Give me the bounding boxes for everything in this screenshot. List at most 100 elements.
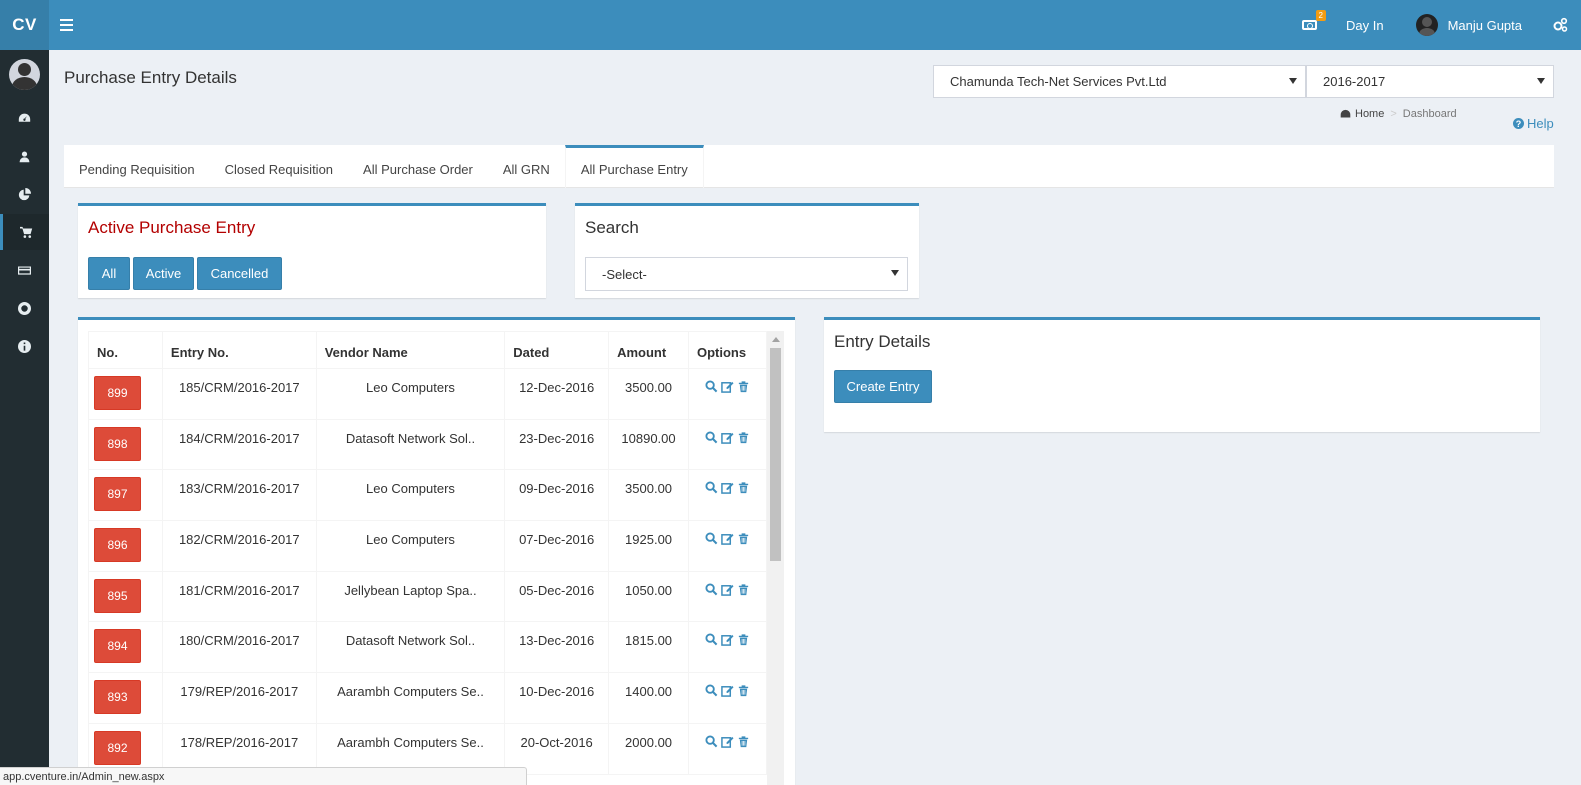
entry-number-badge[interactable]: 894 xyxy=(94,629,141,664)
edit-icon[interactable] xyxy=(721,532,734,548)
search-icon xyxy=(705,431,718,444)
cell-vendor: Jellybean Laptop Spa.. xyxy=(315,570,506,623)
view-search-icon[interactable] xyxy=(705,735,718,751)
delete-trash-icon[interactable] xyxy=(737,684,750,700)
edit-icon[interactable] xyxy=(721,684,734,700)
view-search-icon[interactable] xyxy=(705,583,718,599)
tab-closed-requisition[interactable]: Closed Requisition xyxy=(210,145,348,188)
edit-icon[interactable] xyxy=(721,431,734,447)
cash-notification-icon[interactable]: 2 xyxy=(1300,10,1326,35)
delete-trash-icon[interactable] xyxy=(737,583,750,599)
edit-icon xyxy=(721,533,734,545)
sidebar-item-dashboard[interactable] xyxy=(0,100,49,136)
financial-year-select[interactable]: 2016-2017 xyxy=(1306,65,1554,98)
entry-details-box: Entry Details Create Entry xyxy=(824,317,1540,432)
create-entry-button[interactable]: Create Entry xyxy=(834,370,932,403)
table-row: 896 182/CRM/2016-2017 Leo Computers 07-Dec-… xyxy=(88,520,767,572)
day-in-link[interactable]: Day In xyxy=(1346,18,1384,33)
table-row: 893 179/REP/2016-2017 Aarambh Computers Se… xyxy=(88,672,767,724)
cell-entry-no: 180/CRM/2016-2017 xyxy=(161,621,317,674)
cell-dated: 05-Dec-2016 xyxy=(504,570,610,623)
tab-pending-requisition[interactable]: Pending Requisition xyxy=(64,145,210,188)
app-logo[interactable]: CV xyxy=(0,0,49,50)
search-select[interactable]: -Select- xyxy=(585,257,908,291)
chevron-down-icon xyxy=(891,270,899,276)
view-search-icon[interactable] xyxy=(705,633,718,649)
browser-status-url: app.cventure.in/Admin_new.aspx xyxy=(0,767,527,785)
company-select[interactable]: Chamunda Tech-Net Services Pvt.Ltd xyxy=(933,65,1306,98)
edit-icon[interactable] xyxy=(721,583,734,599)
delete-trash-icon[interactable] xyxy=(737,431,750,447)
delete-trash-icon[interactable] xyxy=(737,380,750,396)
view-search-icon[interactable] xyxy=(705,481,718,497)
cell-vendor: Datasoft Network Sol.. xyxy=(315,418,506,471)
cell-amount: 1400.00 xyxy=(608,672,689,724)
sidebar-item-info[interactable] xyxy=(0,328,49,364)
edit-icon[interactable] xyxy=(721,633,734,649)
entry-number-badge[interactable]: 896 xyxy=(94,528,141,563)
view-search-icon[interactable] xyxy=(705,380,718,396)
col-header-entry-no[interactable]: Entry No. xyxy=(161,331,317,369)
tab-all-grn[interactable]: All GRN xyxy=(488,145,565,188)
entry-number-badge[interactable]: 897 xyxy=(94,477,141,512)
delete-trash-icon[interactable] xyxy=(737,532,750,548)
credit-card-icon xyxy=(18,265,31,275)
tab-all-purchase-entry[interactable]: All Purchase Entry xyxy=(564,145,704,188)
user-menu[interactable]: Manju Gupta xyxy=(1415,14,1522,36)
active-purchase-entry-title: Active Purchase Entry xyxy=(88,218,256,237)
entry-number-badge[interactable]: 899 xyxy=(94,376,141,410)
col-header-dated[interactable]: Dated xyxy=(504,331,610,369)
cell-amount: 1815.00 xyxy=(608,621,689,674)
edit-icon[interactable] xyxy=(721,481,734,497)
cell-vendor: Datasoft Network Sol.. xyxy=(315,621,506,674)
sidebar-item-users[interactable] xyxy=(0,138,49,174)
table-scrollbar[interactable] xyxy=(767,331,784,785)
table-row: 899 185/CRM/2016-2017 Leo Computers 12-Dec-… xyxy=(88,368,767,420)
entry-number-badge[interactable]: 895 xyxy=(94,578,141,613)
edit-icon[interactable] xyxy=(721,380,734,396)
scrollbar-thumb[interactable] xyxy=(770,348,781,561)
filter-cancelled-button[interactable]: Cancelled xyxy=(197,257,282,290)
delete-trash-icon[interactable] xyxy=(737,481,750,497)
view-search-icon[interactable] xyxy=(705,532,718,548)
search-select-value: -Select- xyxy=(602,266,647,282)
cell-entry-no: 179/REP/2016-2017 xyxy=(161,672,317,724)
user-icon xyxy=(19,150,30,162)
filter-all-button[interactable]: All xyxy=(88,257,130,290)
trash-icon xyxy=(738,584,749,595)
filter-active-button[interactable]: Active xyxy=(133,257,194,290)
menu-toggle-icon[interactable] xyxy=(60,15,80,35)
scroll-up-arrow-icon[interactable] xyxy=(772,337,780,342)
col-header-vendor[interactable]: Vendor Name xyxy=(315,331,506,369)
view-search-icon[interactable] xyxy=(705,431,718,447)
sidebar-item-support[interactable] xyxy=(0,290,49,326)
help-link[interactable]: ? Help xyxy=(1513,116,1554,131)
delete-trash-icon[interactable] xyxy=(737,633,750,649)
breadcrumb-home[interactable]: Home xyxy=(1340,108,1384,120)
entry-number-badge[interactable]: 898 xyxy=(94,426,141,461)
breadcrumb-current: Dashboard xyxy=(1402,108,1457,120)
cell-entry-no: 184/CRM/2016-2017 xyxy=(161,418,317,471)
edit-icon xyxy=(721,483,734,495)
edit-icon xyxy=(721,432,734,444)
question-circle-icon: ? xyxy=(1513,118,1524,129)
cell-no: 895 xyxy=(88,570,163,623)
view-search-icon[interactable] xyxy=(705,684,718,700)
col-header-amount[interactable]: Amount xyxy=(608,331,689,369)
entry-number-badge[interactable]: 892 xyxy=(94,730,141,765)
entry-details-title: Entry Details xyxy=(834,332,931,351)
delete-trash-icon[interactable] xyxy=(737,735,750,751)
sidebar-item-payments[interactable] xyxy=(0,252,49,288)
col-header-no[interactable]: No. xyxy=(88,331,163,369)
edit-icon[interactable] xyxy=(721,735,734,751)
trash-icon xyxy=(738,533,749,545)
settings-cogs-icon[interactable] xyxy=(1552,17,1568,33)
cell-no: 894 xyxy=(88,621,163,674)
sidebar-item-reports[interactable] xyxy=(0,176,49,212)
notification-badge: 2 xyxy=(1315,10,1326,21)
tab-all-purchase-order[interactable]: All Purchase Order xyxy=(348,145,488,188)
entry-number-badge[interactable]: 893 xyxy=(94,680,141,715)
sidebar-item-purchase[interactable] xyxy=(0,214,49,250)
table-row: 895 181/CRM/2016-2017 Jellybean Laptop Spa… xyxy=(88,570,767,623)
purchase-tabs: Pending Requisition Closed Requisition A… xyxy=(64,145,1554,188)
